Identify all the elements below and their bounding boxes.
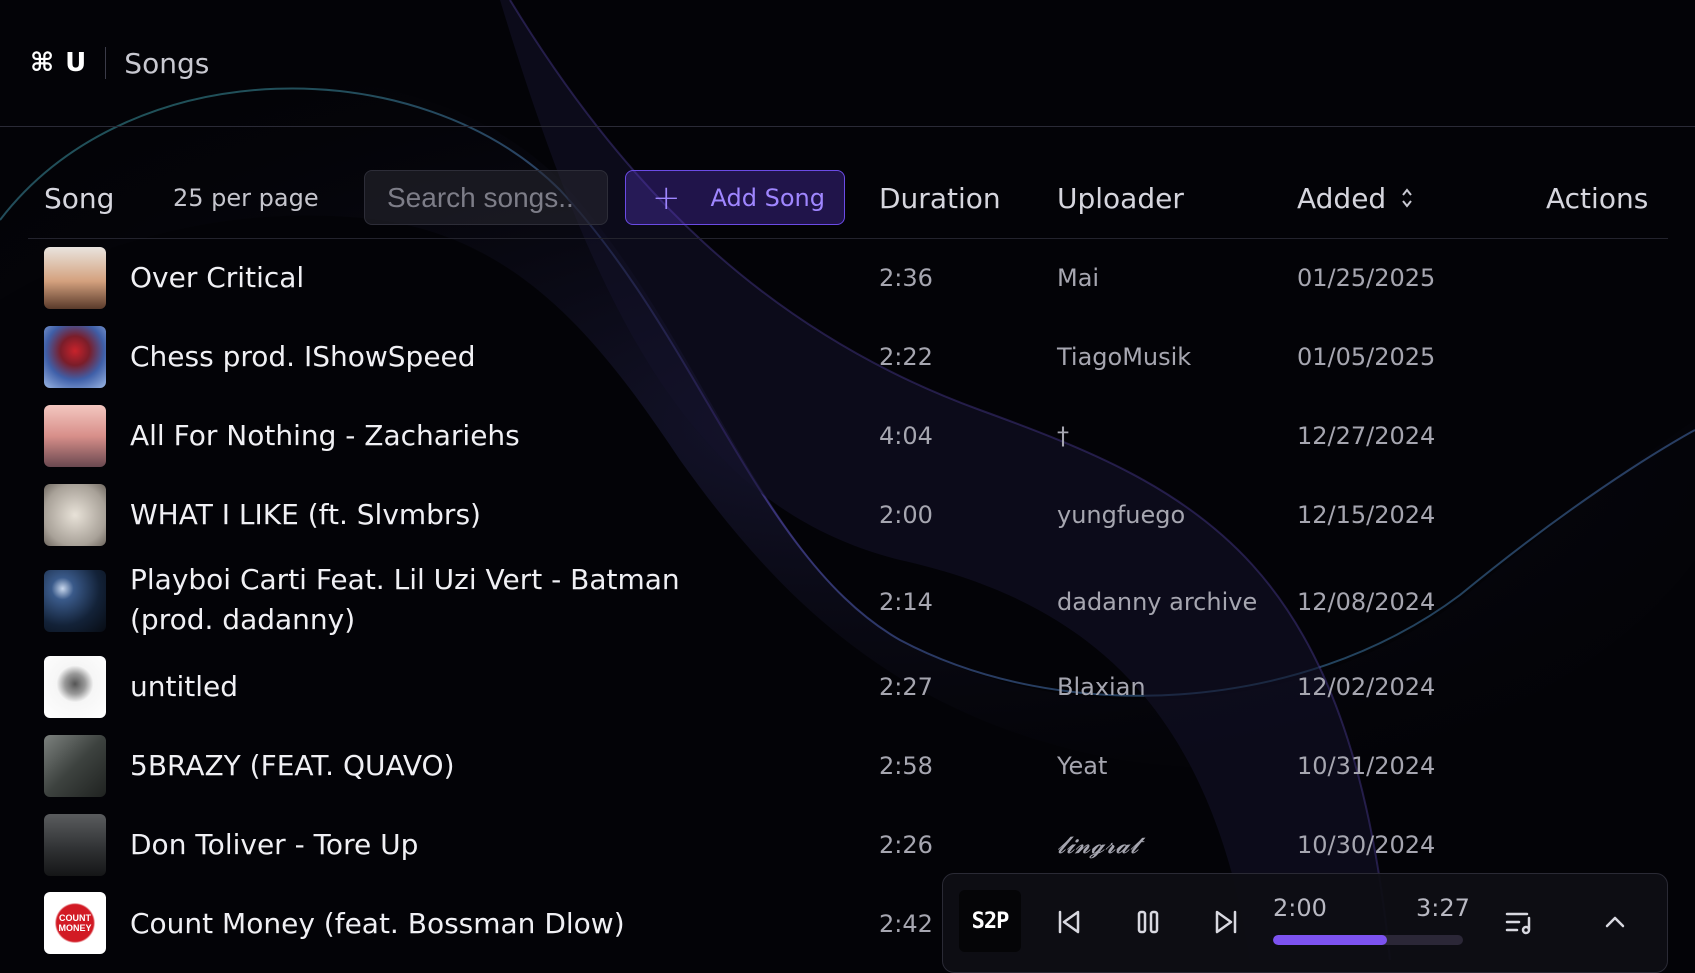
song-added-date: 10/31/2024 (1297, 752, 1436, 780)
song-uploader[interactable]: dadanny archive (1057, 588, 1257, 616)
table-row[interactable]: untitled 2:27 Blaxian 12/02/2024 (28, 653, 1668, 731)
song-duration: 2:42 (879, 910, 933, 938)
song-title[interactable]: untitled (130, 667, 750, 707)
night-moon-cover (44, 570, 106, 632)
breadcrumb-songs[interactable]: Songs (124, 47, 209, 80)
song-title[interactable]: WHAT I LIKE (ft. Slvmbrs) (130, 495, 750, 535)
total-time: 3:27 (1416, 894, 1470, 922)
top-bar: ⌘ U Songs (0, 0, 1695, 127)
expand-player-button[interactable] (1597, 904, 1633, 940)
column-header-song: Song (44, 181, 115, 215)
table-row[interactable]: Playboi Carti Feat. Lil Uzi Vert - Batma… (28, 556, 1668, 652)
song-duration: 2:14 (879, 588, 933, 616)
count-money-cover: COUNT MONEY (44, 892, 106, 954)
search-input[interactable] (364, 170, 608, 225)
song-added-date: 12/08/2024 (1297, 588, 1436, 616)
song-title[interactable]: Don Toliver - Tore Up (130, 825, 750, 865)
skip-back-icon (1058, 910, 1080, 934)
song-added-date: 12/15/2024 (1297, 501, 1436, 529)
song-uploader[interactable]: Mai (1057, 264, 1099, 292)
beach-cover (44, 405, 106, 467)
song-uploader[interactable]: 𝓵𝓲𝓷𝓰𝓻𝓪𝓽 (1057, 831, 1139, 859)
crowd-cover (44, 814, 106, 876)
song-title[interactable]: Over Critical (130, 258, 750, 298)
next-track-button[interactable] (1208, 904, 1244, 940)
song-duration: 2:36 (879, 264, 933, 292)
songs-table-body: Over Critical 2:36 Mai 01/25/2025 Chess … (28, 240, 1668, 954)
cover-text: COUNT MONEY (58, 913, 92, 933)
progress-fill (1273, 935, 1387, 945)
song-duration: 2:27 (879, 673, 933, 701)
elapsed-time: 2:00 (1273, 894, 1327, 922)
sort-icon[interactable] (1400, 186, 1414, 210)
per-page-selector[interactable]: 25 per page (173, 170, 319, 226)
pause-button[interactable] (1130, 904, 1166, 940)
table-row[interactable]: Over Critical 2:36 Mai 01/25/2025 (28, 240, 1668, 318)
song-title[interactable]: 5BRAZY (FEAT. QUAVO) (130, 746, 750, 786)
song-added-date: 01/25/2025 (1297, 264, 1436, 292)
song-title[interactable]: Chess prod. IShowSpeed (130, 337, 750, 377)
column-header-added[interactable]: Added (1297, 170, 1414, 226)
column-header-duration: Duration (879, 181, 1001, 215)
dark-room-cover (44, 735, 106, 797)
song-added-date: 01/05/2025 (1297, 343, 1436, 371)
header-divider (105, 47, 107, 79)
previous-track-button[interactable] (1051, 904, 1087, 940)
song-uploader[interactable]: † (1057, 422, 1069, 450)
keyboard-shortcut-label: ⌘ U (30, 48, 88, 78)
song-uploader[interactable]: Yeat (1057, 752, 1107, 780)
table-row[interactable]: WHAT I LIKE (ft. Slvmbrs) 2:00 yungfuego… (28, 477, 1668, 555)
skip-forward-icon (1215, 910, 1237, 934)
song-uploader[interactable]: yungfuego (1057, 501, 1185, 529)
add-song-label: Add Song (710, 183, 825, 212)
song-added-date: 12/27/2024 (1297, 422, 1436, 450)
sunset-figure-cover (44, 247, 106, 309)
song-title[interactable]: All For Nothing - Zachariehs (130, 416, 750, 456)
queue-music-icon (1505, 912, 1531, 935)
song-duration: 2:26 (879, 831, 933, 859)
song-uploader[interactable]: Blaxian (1057, 673, 1146, 701)
player-logo[interactable]: S2P (959, 890, 1021, 952)
red-eye-cover (44, 326, 106, 388)
table-row[interactable]: All For Nothing - Zachariehs 4:04 † 12/2… (28, 398, 1668, 476)
song-duration: 2:00 (879, 501, 933, 529)
queue-button[interactable] (1501, 904, 1537, 940)
add-song-button[interactable]: + Add Song (625, 170, 845, 225)
song-duration: 4:04 (879, 422, 933, 450)
table-row[interactable]: Chess prod. IShowSpeed 2:22 TiagoMusik 0… (28, 319, 1668, 397)
pause-icon (1137, 910, 1159, 934)
song-duration: 2:58 (879, 752, 933, 780)
column-header-uploader: Uploader (1057, 181, 1184, 215)
table-header: Song 25 per page + Add Song Duration Upl… (28, 170, 1668, 239)
plus-icon: + (652, 177, 681, 218)
table-row[interactable]: 5BRAZY (FEAT. QUAVO) 2:58 Yeat 10/31/202… (28, 732, 1668, 810)
song-title[interactable]: Playboi Carti Feat. Lil Uzi Vert - Batma… (130, 560, 750, 640)
portrait-sketch-cover (44, 656, 106, 718)
added-header-label: Added (1297, 181, 1387, 215)
song-added-date: 10/30/2024 (1297, 831, 1436, 859)
song-added-date: 12/02/2024 (1297, 673, 1436, 701)
sketch-face-cover (44, 484, 106, 546)
song-duration: 2:22 (879, 343, 933, 371)
player-bar: S2P 2:00 3:27 (942, 873, 1668, 973)
song-title[interactable]: Count Money (feat. Bossman Dlow) (130, 904, 750, 944)
column-header-actions: Actions (1546, 181, 1649, 215)
chevron-up-icon (1605, 916, 1625, 928)
progress-bar[interactable] (1273, 935, 1463, 945)
song-uploader[interactable]: TiagoMusik (1057, 343, 1191, 371)
